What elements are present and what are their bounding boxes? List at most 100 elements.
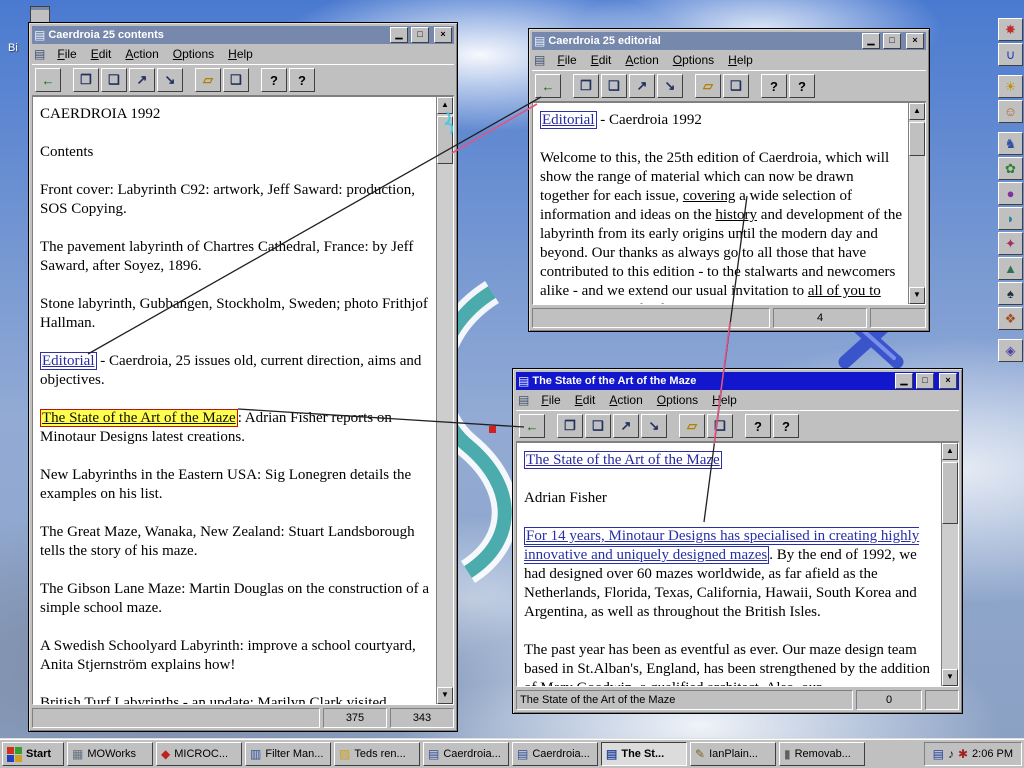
menu-help[interactable]: Help — [222, 46, 259, 62]
taskbar-item-microc[interactable]: ◆ MICROC... — [156, 742, 242, 766]
menu-action[interactable]: Action — [119, 46, 164, 62]
palette-tool-2[interactable]: ∪ — [998, 43, 1023, 66]
context-help-button[interactable]: ? — [789, 74, 815, 98]
menu-file[interactable]: File — [51, 46, 82, 62]
palette-tool-10[interactable]: ▲ — [998, 257, 1023, 280]
scroll-track[interactable] — [909, 120, 925, 287]
hyperlink[interactable]: The State of the Art of the Maze — [40, 409, 238, 427]
menu-options[interactable]: Options — [167, 46, 220, 62]
copy-special-button[interactable]: ❏ — [585, 414, 611, 438]
taskbar-item-filterman[interactable]: ▥ Filter Man... — [245, 742, 331, 766]
titlebar-contents[interactable]: ▤ Caerdroia 25 contents ▁ □ × — [32, 26, 454, 44]
palette-tool-1[interactable]: ✸ — [998, 18, 1023, 41]
palette-tool-6[interactable]: ✿ — [998, 157, 1023, 180]
close-button[interactable]: × — [939, 373, 957, 389]
titlebar-editorial[interactable]: ▤ Caerdroia 25 editorial ▁ □ × — [532, 32, 926, 50]
maximize-button[interactable]: □ — [916, 373, 934, 389]
menu-options[interactable]: Options — [667, 52, 720, 68]
maximize-button[interactable]: □ — [411, 27, 429, 43]
vertical-scrollbar[interactable]: ▲ ▼ — [908, 103, 925, 304]
menu-file[interactable]: File — [551, 52, 582, 68]
menu-options[interactable]: Options — [651, 392, 704, 408]
taskbar-item-caerdroia[interactable]: ▤ Caerdroia... — [512, 742, 598, 766]
menu-help[interactable]: Help — [722, 52, 759, 68]
display-tray-icon[interactable]: ▤ — [933, 748, 944, 760]
copy-page-button[interactable]: ❐ — [557, 414, 583, 438]
scroll-down-button[interactable]: ▼ — [909, 287, 925, 304]
vertical-scrollbar[interactable]: ▲ ▼ — [941, 443, 958, 686]
hyperlink[interactable]: The State of the Art of the Maze — [524, 451, 722, 469]
copy-page-button[interactable]: ❐ — [73, 68, 99, 92]
palette-tool-7[interactable]: ● — [998, 182, 1023, 205]
scroll-thumb[interactable] — [909, 122, 925, 156]
maximize-button[interactable]: □ — [883, 33, 901, 49]
clock[interactable]: 2:06 PM — [972, 748, 1013, 760]
scroll-up-button[interactable]: ▲ — [437, 97, 453, 114]
menu-edit[interactable]: Edit — [585, 52, 618, 68]
link-forward-button[interactable]: ↗ — [129, 68, 155, 92]
copy-page-button[interactable]: ❐ — [573, 74, 599, 98]
minimize-button[interactable]: ▁ — [390, 27, 408, 43]
context-help-button[interactable]: ? — [289, 68, 315, 92]
pages-button[interactable]: ❑ — [723, 74, 749, 98]
palette-tool-13[interactable]: ◈ — [998, 339, 1023, 362]
palette-tool-3[interactable]: ☀ — [998, 75, 1023, 98]
taskbar-item-moworks[interactable]: ▦ MOWorks — [67, 742, 153, 766]
close-button[interactable]: × — [906, 33, 924, 49]
menu-help[interactable]: Help — [706, 392, 743, 408]
scroll-thumb[interactable] — [942, 462, 958, 524]
copy-special-button[interactable]: ❏ — [601, 74, 627, 98]
menu-file[interactable]: File — [535, 392, 566, 408]
scroll-track[interactable] — [942, 460, 958, 669]
taskbar-item-removab[interactable]: ▮ Removab... — [779, 742, 865, 766]
back-button[interactable]: ← — [535, 74, 561, 98]
taskbar-item-thest[interactable]: ▤ The St... — [601, 742, 687, 766]
menu-edit[interactable]: Edit — [569, 392, 602, 408]
scroll-track[interactable] — [437, 114, 453, 687]
help-button[interactable]: ? — [761, 74, 787, 98]
palette-tool-11[interactable]: ♠ — [998, 282, 1023, 305]
palette-tool-5[interactable]: ♞ — [998, 132, 1023, 155]
titlebar-maze[interactable]: ▤ The State of the Art of the Maze ▁ □ × — [516, 372, 959, 390]
palette-tool-4[interactable]: ☺ — [998, 100, 1023, 123]
taskbar-item-caerdroia[interactable]: ▤ Caerdroia... — [423, 742, 509, 766]
open-file-button[interactable]: ▱ — [195, 68, 221, 92]
back-button[interactable]: ← — [519, 414, 545, 438]
scheduler-tray-icon[interactable]: ✱ — [958, 748, 968, 760]
help-button[interactable]: ? — [261, 68, 287, 92]
menu-action[interactable]: Action — [603, 392, 648, 408]
help-button[interactable]: ? — [745, 414, 771, 438]
volume-tray-icon[interactable]: ♪ — [948, 748, 954, 760]
scroll-up-button[interactable]: ▲ — [942, 443, 958, 460]
hyperlink[interactable]: Editorial — [540, 111, 597, 129]
taskbar-item-ianplain[interactable]: ✎ IanPlain... — [690, 742, 776, 766]
link-forward-button[interactable]: ↗ — [629, 74, 655, 98]
palette-tool-8[interactable]: ◗ — [998, 207, 1023, 230]
scroll-down-button[interactable]: ▼ — [437, 687, 453, 704]
minimize-button[interactable]: ▁ — [895, 373, 913, 389]
link-back-button[interactable]: ↘ — [641, 414, 667, 438]
taskbar-item-tedsren[interactable]: ▨ Teds ren... — [334, 742, 420, 766]
open-file-button[interactable]: ▱ — [695, 74, 721, 98]
link-back-button[interactable]: ↘ — [657, 74, 683, 98]
palette-tool-9[interactable]: ✦ — [998, 232, 1023, 255]
link-forward-button[interactable]: ↗ — [613, 414, 639, 438]
hyperlink[interactable]: Editorial — [40, 352, 97, 370]
pages-button[interactable]: ❑ — [223, 68, 249, 92]
copy-special-button[interactable]: ❏ — [101, 68, 127, 92]
menu-edit[interactable]: Edit — [85, 46, 118, 62]
open-file-button[interactable]: ▱ — [679, 414, 705, 438]
link-back-button[interactable]: ↘ — [157, 68, 183, 92]
minimize-button[interactable]: ▁ — [862, 33, 880, 49]
pages-button[interactable]: ❑ — [707, 414, 733, 438]
menu-action[interactable]: Action — [619, 52, 664, 68]
palette-tool-12[interactable]: ❖ — [998, 307, 1023, 330]
start-button[interactable]: Start — [2, 742, 64, 766]
vertical-scrollbar[interactable]: ▲ ▼ — [436, 97, 453, 704]
scroll-down-button[interactable]: ▼ — [942, 669, 958, 686]
close-button[interactable]: × — [434, 27, 452, 43]
scroll-thumb[interactable] — [437, 116, 453, 164]
scroll-up-button[interactable]: ▲ — [909, 103, 925, 120]
back-button[interactable]: ← — [35, 68, 61, 92]
context-help-button[interactable]: ? — [773, 414, 799, 438]
